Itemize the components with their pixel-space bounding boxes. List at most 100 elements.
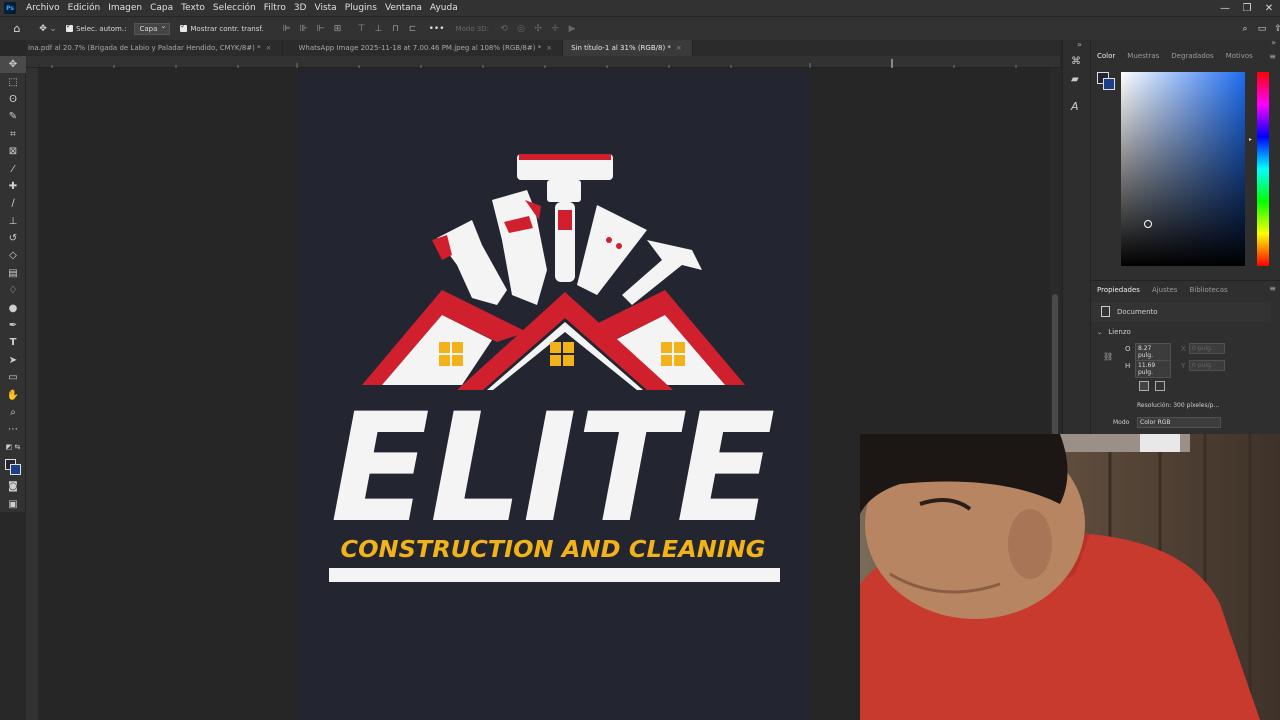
distribute-icon[interactable]: ⊞ xyxy=(333,24,343,34)
y-field[interactable]: 0 pulg. xyxy=(1189,360,1225,371)
move-tool-icon[interactable]: ✥ xyxy=(38,24,48,34)
menu-imagen[interactable]: Imagen xyxy=(104,3,146,13)
home-icon[interactable]: ⌂ xyxy=(12,22,22,35)
lasso-tool-icon[interactable]: ʘ xyxy=(0,91,26,108)
hand-tool-icon[interactable]: ✋ xyxy=(0,386,26,403)
type-tool-icon[interactable]: T xyxy=(0,334,26,351)
auto-select-checkbox[interactable]: Selec. autom.: xyxy=(66,22,126,33)
menu-edicion[interactable]: Edición xyxy=(64,3,105,13)
fg-bg-swatch[interactable] xyxy=(1097,72,1117,92)
pen-tool-icon[interactable]: ✒ xyxy=(0,317,26,334)
marquee-tool-icon[interactable]: ⬚ xyxy=(0,73,26,90)
align-left-icon[interactable]: ⊫ xyxy=(282,24,292,34)
align-middle-icon[interactable]: ⊥ xyxy=(374,24,384,34)
gradient-tool-icon[interactable]: ▤ xyxy=(0,265,26,282)
panel-menu-icon[interactable]: ≡ xyxy=(1269,52,1276,61)
mode-dropdown[interactable]: Color RGB xyxy=(1137,417,1221,428)
dodge-tool-icon[interactable]: ● xyxy=(0,299,26,316)
tab-color[interactable]: Color xyxy=(1091,52,1121,60)
tab-properties[interactable]: Propiedades xyxy=(1091,286,1146,294)
hue-slider-arrow[interactable]: ▸ xyxy=(1249,136,1252,143)
move-tool-icon[interactable]: ✥ xyxy=(0,56,26,74)
tab-adjustments[interactable]: Ajustes xyxy=(1146,286,1184,294)
link-icon[interactable]: ⛓ xyxy=(1103,352,1113,361)
close-icon[interactable]: ✕ xyxy=(1258,0,1280,16)
x-field[interactable]: 0 pulg. xyxy=(1189,343,1225,354)
menu-filtro[interactable]: Filtro xyxy=(260,3,290,13)
panel-menu-icon[interactable]: ≡ xyxy=(1269,284,1276,293)
landscape-orientation-icon[interactable] xyxy=(1155,381,1165,391)
restore-icon[interactable]: ❐ xyxy=(1236,0,1258,16)
portrait-orientation-icon[interactable] xyxy=(1139,381,1149,391)
healing-brush-icon[interactable]: ✚ xyxy=(0,178,26,195)
tab-brigada-pdf[interactable]: ina.pdf al 20.7% (Brigada de Labio y Pal… xyxy=(26,40,283,56)
height-field[interactable]: 11.69 pulg. xyxy=(1135,360,1171,378)
history-panel-icon[interactable]: ⌘ xyxy=(1071,56,1081,67)
tab-libraries[interactable]: Bibliotecas xyxy=(1183,286,1233,294)
tab-patterns[interactable]: Motivos xyxy=(1220,52,1259,60)
more-options-icon[interactable]: ••• xyxy=(429,24,445,34)
tab-sin-titulo[interactable]: Sin título-1 al 31% (RGB/8) * × xyxy=(563,40,693,56)
history-brush-icon[interactable]: ↺ xyxy=(0,230,26,247)
default-colors-icon[interactable]: ◩ ⇆ xyxy=(0,439,26,456)
distribute-vertical-icon[interactable]: ⊏ xyxy=(408,24,418,34)
brush-tool-icon[interactable]: ∕ xyxy=(0,195,26,212)
blur-tool-icon[interactable]: ♢ xyxy=(0,282,26,299)
menu-texto[interactable]: Texto xyxy=(177,3,209,13)
menu-ayuda[interactable]: Ayuda xyxy=(426,3,462,13)
collapse-panels-icon[interactable]: » xyxy=(1271,38,1276,47)
drag-3d-icon[interactable]: ✣ xyxy=(533,24,543,34)
menu-plugins[interactable]: Plugins xyxy=(341,3,381,13)
chevron-down-icon[interactable]: ⌄ xyxy=(49,24,57,34)
search-icon[interactable]: ⌕ xyxy=(1240,24,1250,34)
tab-swatches[interactable]: Muestras xyxy=(1121,52,1165,60)
align-top-icon[interactable]: ⊤ xyxy=(357,24,367,34)
menu-ventana[interactable]: Ventana xyxy=(381,3,426,13)
collapse-panels-icon[interactable]: » xyxy=(1077,40,1082,49)
align-bottom-icon[interactable]: ⊓ xyxy=(391,24,401,34)
artboard[interactable]: ELITE CONSTRUCTION AND CLEANING xyxy=(297,70,810,720)
close-icon[interactable]: × xyxy=(266,44,272,52)
stamp-tool-icon[interactable]: ⊥ xyxy=(0,213,26,230)
close-icon[interactable]: × xyxy=(546,44,552,52)
crop-tool-icon[interactable]: ⌗ xyxy=(0,126,26,143)
show-transform-checkbox[interactable]: Mostrar contr. transf. xyxy=(180,22,264,33)
roll-3d-icon[interactable]: ◎ xyxy=(516,24,526,34)
menu-capa[interactable]: Capa xyxy=(146,3,177,13)
menu-vista[interactable]: Vista xyxy=(310,3,340,13)
more-tools-icon[interactable]: ⋯ xyxy=(0,421,26,438)
color-picker-cursor[interactable] xyxy=(1144,220,1152,228)
hue-slider[interactable] xyxy=(1257,72,1269,266)
tab-gradients[interactable]: Degradados xyxy=(1165,52,1219,60)
align-right-icon[interactable]: ⊩ xyxy=(316,24,326,34)
screen-mode-icon[interactable]: ▣ xyxy=(0,495,26,512)
menu-archivo[interactable]: Archivo xyxy=(22,3,64,13)
color-field[interactable] xyxy=(1121,72,1245,266)
quick-select-tool-icon[interactable]: ✎ xyxy=(0,108,26,125)
share-icon[interactable]: ⇪ xyxy=(1273,24,1280,34)
close-icon[interactable]: × xyxy=(676,44,682,52)
eraser-tool-icon[interactable]: ◇ xyxy=(0,247,26,264)
width-field[interactable]: 8.27 pulg. xyxy=(1135,343,1171,361)
path-select-icon[interactable]: ➤ xyxy=(0,352,26,369)
glyphs-panel-icon[interactable]: A xyxy=(1071,100,1079,113)
minimize-icon[interactable]: — xyxy=(1214,0,1236,16)
comments-panel-icon[interactable]: ▰ xyxy=(1071,74,1079,85)
rectangle-tool-icon[interactable]: ▭ xyxy=(0,369,26,386)
align-center-icon[interactable]: ⊪ xyxy=(299,24,309,34)
quick-mask-icon[interactable]: ◙ xyxy=(0,478,26,495)
scale-3d-icon[interactable]: ▶ xyxy=(567,24,577,34)
section-canvas[interactable]: ⌄ Lienzo xyxy=(1097,328,1131,336)
menu-3d[interactable]: 3D xyxy=(290,3,311,13)
color-swatches-icon[interactable] xyxy=(0,456,26,478)
menu-seleccion[interactable]: Selección xyxy=(209,3,260,13)
slide-3d-icon[interactable]: ✛ xyxy=(550,24,560,34)
zoom-tool-icon[interactable]: ⌕ xyxy=(0,404,26,421)
frame-tool-icon[interactable]: ⊠ xyxy=(0,143,26,160)
photoshop-logo[interactable]: Ps xyxy=(4,2,16,14)
auto-select-dropdown[interactable]: Capa xyxy=(134,22,171,35)
orbit-3d-icon[interactable]: ⟲ xyxy=(499,24,509,34)
workspace-icon[interactable]: ▭ xyxy=(1257,24,1267,34)
eyedropper-tool-icon[interactable]: ⁄ xyxy=(0,160,26,177)
tab-whatsapp-image[interactable]: WhatsApp Image 2025-11-18 at 7.00.46 PM.… xyxy=(283,40,564,56)
